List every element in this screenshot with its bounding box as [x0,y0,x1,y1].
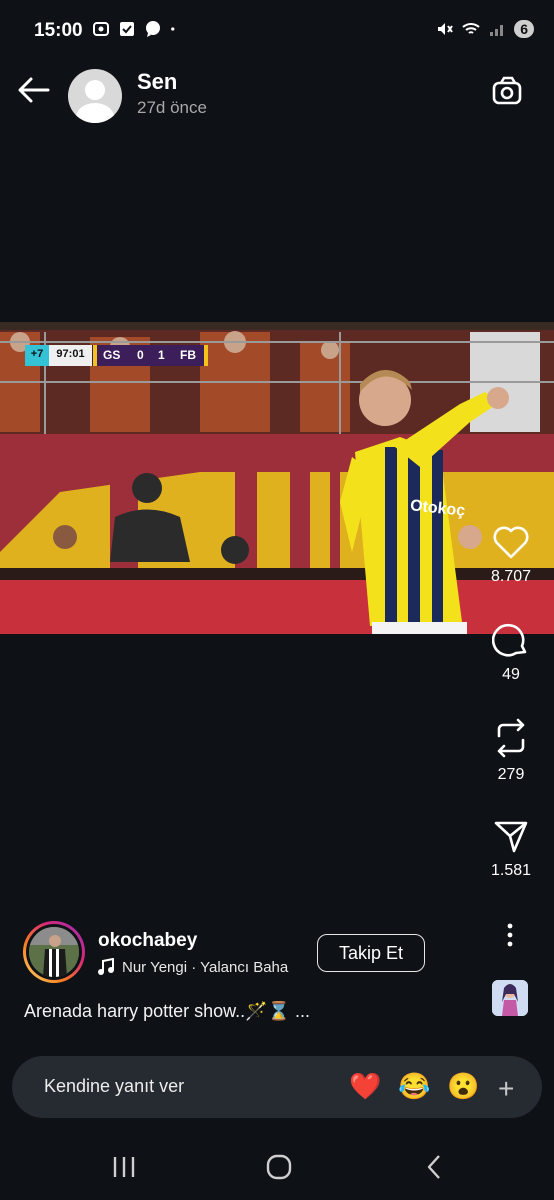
author-name[interactable]: okochabey [98,930,197,952]
username[interactable]: Sen [137,69,177,95]
scoreboard-home: GS [103,348,121,362]
like-count: 8.707 [490,568,532,585]
music-title: Nur Yengi · Yalancı Baha [122,958,289,976]
check-icon [120,22,134,36]
cover-image [492,980,528,1016]
wifi-icon [462,23,480,34]
repost-icon[interactable] [492,718,530,758]
default-avatar-icon [76,80,114,123]
post-caption: Arenada harry potter show..🪄⌛ ... [24,1001,310,1021]
scoreboard-away: FB [180,348,196,362]
scoreboard-extra-time: +7 [30,348,44,360]
music-icon [98,958,114,975]
recent-apps-icon[interactable] [110,1152,138,1182]
music-cover-thumbnail[interactable] [492,980,528,1016]
heart-emoji-reaction[interactable]: ❤️ [349,1071,381,1102]
add-reaction-button[interactable]: + [498,1073,514,1105]
video-frame [0,322,554,634]
back-arrow-icon[interactable] [16,74,52,106]
screenshot-icon [93,22,109,36]
heart-icon[interactable] [492,524,530,560]
wow-emoji-reaction[interactable]: 😮 [447,1071,479,1102]
avatar[interactable] [68,69,122,123]
video-player[interactable]: +7 97:01 GS 0 1 FB Otokoç [0,322,554,634]
scoreboard-home-score: 0 [137,348,144,362]
laugh-emoji-reaction[interactable]: 😂 [398,1071,430,1102]
share-count: 1.581 [490,862,532,879]
music-info[interactable]: Nur Yengi · Yalancı Baha [98,958,302,976]
comment-count: 49 [502,666,520,683]
mute-icon [438,23,454,35]
home-icon[interactable] [264,1152,294,1182]
status-left-icons [92,20,180,38]
scoreboard-away-score: 1 [158,348,165,362]
comment-icon[interactable] [492,622,530,658]
repost-count: 279 [497,766,525,783]
like-action[interactable]: 8.707 [482,524,540,586]
share-icon[interactable] [492,818,530,854]
author-photo [29,927,79,977]
chat-bubble-icon [146,21,160,37]
signal-icon [490,25,504,36]
author-avatar[interactable] [23,921,85,983]
status-right: 6 [436,20,534,38]
dot-icon [171,27,175,31]
time-ago: 27d önce [137,98,207,117]
share-action[interactable]: 1.581 [482,818,540,880]
repost-action[interactable]: 279 [482,718,540,784]
status-time: 15:00 [34,20,83,41]
follow-button[interactable]: Takip Et [317,934,425,972]
battery-badge: 6 [514,20,534,38]
more-icon[interactable] [500,922,520,948]
comment-action[interactable]: 49 [482,622,540,684]
scoreboard-clock: 97:01 [56,348,85,360]
system-back-icon[interactable] [422,1152,446,1182]
reply-input[interactable]: Kendine yanıt ver [44,1076,184,1097]
camera-icon[interactable] [490,74,526,106]
